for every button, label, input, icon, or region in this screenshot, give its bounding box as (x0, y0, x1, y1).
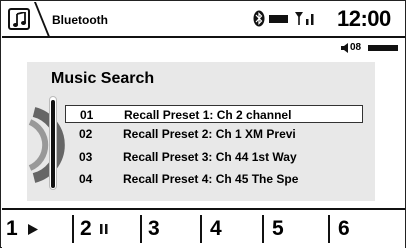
preset-number: 3 (148, 217, 160, 240)
list-item[interactable]: 01 Recall Preset 1: Ch 2 channel (65, 105, 363, 123)
item-number: 02 (79, 127, 93, 141)
battery-icon (269, 15, 288, 23)
preset-button-3[interactable]: 3 (140, 215, 200, 245)
preset-button-4[interactable]: 4 (200, 215, 262, 245)
head-unit-screen: Bluetooth 12:00 08 Music Search 01 Recal… (0, 0, 406, 250)
preset-number: 6 (338, 217, 350, 240)
item-label: Recall Preset 1: Ch 2 channel (124, 108, 292, 122)
preset-divider (72, 215, 74, 243)
item-number: 03 (79, 150, 93, 164)
list-item[interactable]: 04 Recall Preset 4: Ch 45 The Spe (65, 170, 363, 188)
volume-bar (368, 45, 398, 51)
speaker-icon (341, 43, 348, 53)
clock: 12:00 (337, 6, 391, 31)
list-item[interactable]: 03 Recall Preset 3: Ch 44 1st Way (65, 148, 363, 166)
preset-bar: 1 2 3 4 5 6 (2, 208, 405, 250)
music-search-panel: Music Search 01 Recall Preset 1: Ch 2 ch… (27, 62, 375, 201)
preset-divider (328, 215, 330, 243)
pause-icon (100, 224, 108, 234)
item-number: 04 (79, 172, 93, 186)
volume-value: 08 (350, 42, 362, 53)
preset-button-6[interactable]: 6 (328, 215, 404, 245)
preset-divider (262, 215, 264, 243)
list-item[interactable]: 02 Recall Preset 2: Ch 1 XM Previ (65, 125, 363, 143)
signal-icon (295, 12, 314, 25)
preset-number: 5 (272, 217, 284, 240)
preset-number: 4 (210, 217, 222, 240)
bluetooth-icon (253, 10, 265, 27)
item-label: Recall Preset 3: Ch 44 1st Way (123, 150, 297, 164)
panel-title: Music Search (51, 70, 155, 87)
preset-divider (140, 215, 142, 243)
play-icon (28, 224, 38, 235)
preset-divider (200, 215, 202, 243)
status-bar: Bluetooth 12:00 (2, 2, 405, 38)
preset-button-5[interactable]: 5 (262, 215, 328, 245)
item-label: Recall Preset 2: Ch 1 XM Previ (123, 127, 296, 141)
preset-number: 2 (80, 217, 92, 240)
scrollbar-thumb[interactable] (51, 100, 55, 188)
item-label: Recall Preset 4: Ch 45 The Spe (123, 172, 299, 186)
music-note-icon[interactable] (8, 8, 30, 30)
preset-button-2[interactable]: 2 (72, 215, 140, 245)
preset-number: 1 (6, 217, 18, 240)
item-number: 01 (80, 108, 94, 122)
preset-button-1[interactable]: 1 (2, 215, 72, 245)
source-label: Bluetooth (52, 13, 108, 27)
